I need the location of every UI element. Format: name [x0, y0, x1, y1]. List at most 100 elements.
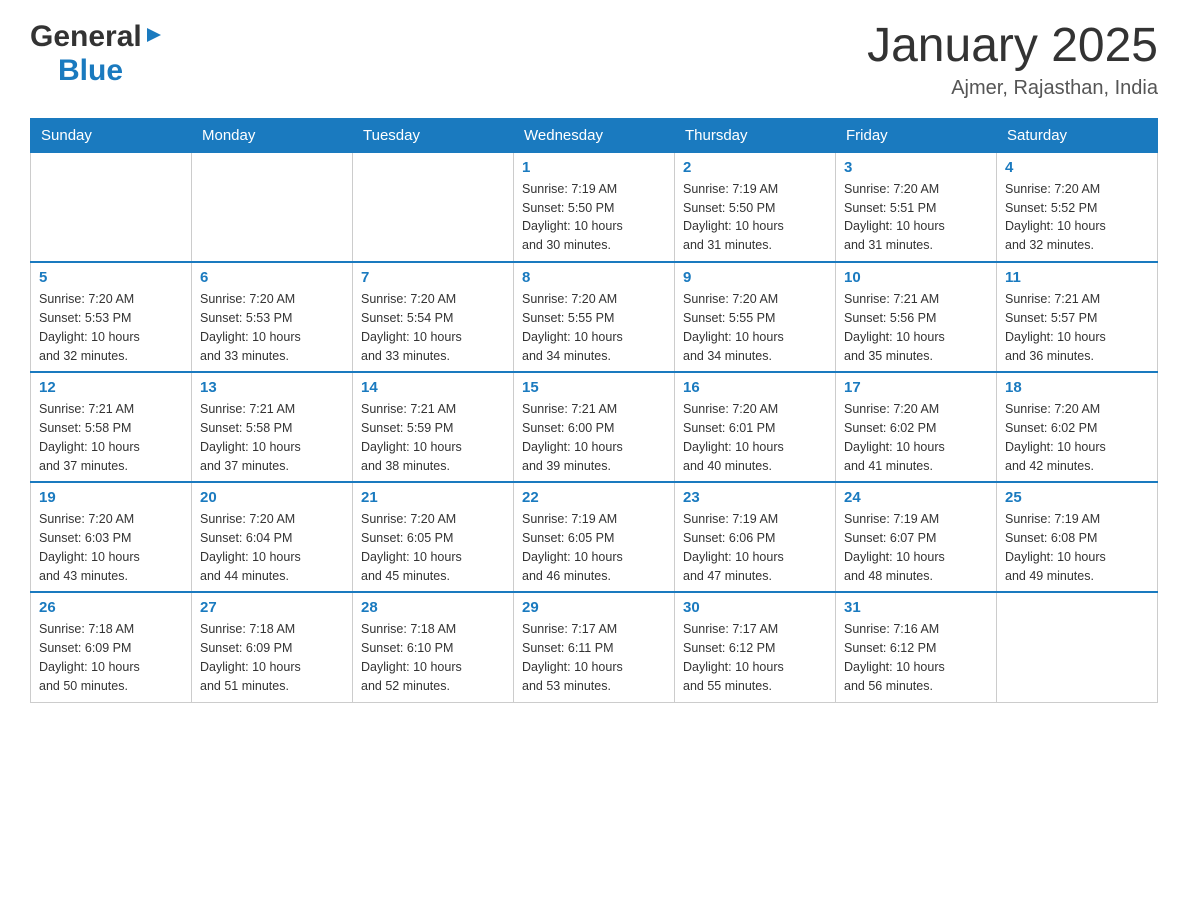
day-info: Sunrise: 7:20 AMSunset: 5:52 PMDaylight:… [1005, 180, 1149, 255]
day-info: Sunrise: 7:20 AMSunset: 5:53 PMDaylight:… [200, 290, 344, 365]
calendar-cell: 14 Sunrise: 7:21 AMSunset: 5:59 PMDayligh… [353, 372, 514, 482]
day-info: Sunrise: 7:21 AMSunset: 5:56 PMDaylight:… [844, 290, 988, 365]
calendar-cell: 20Sunrise: 7:20 AMSunset: 6:04 PMDayligh… [192, 482, 353, 592]
title-block: January 2025 Ajmer, Rajasthan, India [867, 20, 1158, 100]
calendar-cell: 16 Sunrise: 7:20 AMSunset: 6:01 PMDayligh… [675, 372, 836, 482]
day-number: 22 [522, 489, 666, 506]
day-number: 25 [1005, 489, 1149, 506]
day-number: 1 [522, 159, 666, 176]
day-info: Sunrise: 7:19 AMSunset: 6:06 PMDaylight:… [683, 510, 827, 585]
calendar-cell: 30 Sunrise: 7:17 AMSunset: 6:12 PMDayligh… [675, 592, 836, 702]
location-label: Ajmer, Rajasthan, India [867, 77, 1158, 100]
day-info: Sunrise: 7:20 AMSunset: 6:01 PMDaylight:… [683, 400, 827, 475]
calendar-cell [997, 592, 1158, 702]
calendar-cell: 21 Sunrise: 7:20 AMSunset: 6:05 PMDayligh… [353, 482, 514, 592]
calendar-cell: 5Sunrise: 7:20 AMSunset: 5:53 PMDaylight… [31, 262, 192, 372]
logo-blue-text: Blue [58, 54, 123, 88]
day-number: 21 [361, 489, 505, 506]
day-info: Sunrise: 7:20 AMSunset: 6:05 PMDaylight:… [361, 510, 505, 585]
day-of-week-header: Friday [836, 118, 997, 152]
day-info: Sunrise: 7:19 AMSunset: 5:50 PMDaylight:… [683, 180, 827, 255]
calendar-cell: 8Sunrise: 7:20 AMSunset: 5:55 PMDaylight… [514, 262, 675, 372]
day-info: Sunrise: 7:20 AMSunset: 6:04 PMDaylight:… [200, 510, 344, 585]
day-number: 31 [844, 599, 988, 616]
calendar-cell: 24Sunrise: 7:19 AMSunset: 6:07 PMDayligh… [836, 482, 997, 592]
calendar-table: SundayMondayTuesdayWednesdayThursdayFrid… [30, 118, 1158, 703]
day-info: Sunrise: 7:20 AMSunset: 6:02 PMDaylight:… [844, 400, 988, 475]
day-info: Sunrise: 7:21 AMSunset: 5:58 PMDaylight:… [39, 400, 183, 475]
day-info: Sunrise: 7:20 AMSunset: 5:54 PMDaylight:… [361, 290, 505, 365]
day-info: Sunrise: 7:21 AMSunset: 6:00 PMDaylight:… [522, 400, 666, 475]
day-info: Sunrise: 7:19 AMSunset: 6:08 PMDaylight:… [1005, 510, 1149, 585]
day-info: Sunrise: 7:17 AMSunset: 6:11 PMDaylight:… [522, 620, 666, 695]
day-number: 18 [1005, 379, 1149, 396]
calendar-cell [31, 152, 192, 262]
day-number: 14 [361, 379, 505, 396]
calendar-cell: 7 Sunrise: 7:20 AMSunset: 5:54 PMDaylight… [353, 262, 514, 372]
calendar-cell: 28 Sunrise: 7:18 AMSunset: 6:10 PMDayligh… [353, 592, 514, 702]
calendar-cell: 9 Sunrise: 7:20 AMSunset: 5:55 PMDaylight… [675, 262, 836, 372]
day-number: 7 [361, 269, 505, 286]
day-info: Sunrise: 7:20 AMSunset: 5:51 PMDaylight:… [844, 180, 988, 255]
day-info: Sunrise: 7:20 AMSunset: 5:55 PMDaylight:… [683, 290, 827, 365]
logo: General Blue [30, 20, 163, 88]
day-number: 6 [200, 269, 344, 286]
calendar-week-row: 1 Sunrise: 7:19 AMSunset: 5:50 PMDaylight… [31, 152, 1158, 262]
calendar-cell: 22Sunrise: 7:19 AMSunset: 6:05 PMDayligh… [514, 482, 675, 592]
day-number: 9 [683, 269, 827, 286]
day-info: Sunrise: 7:18 AMSunset: 6:10 PMDaylight:… [361, 620, 505, 695]
calendar-cell: 19Sunrise: 7:20 AMSunset: 6:03 PMDayligh… [31, 482, 192, 592]
calendar-week-row: 26 Sunrise: 7:18 AMSunset: 6:09 PMDayligh… [31, 592, 1158, 702]
day-of-week-header: Sunday [31, 118, 192, 152]
day-number: 23 [683, 489, 827, 506]
day-number: 17 [844, 379, 988, 396]
calendar-cell: 23 Sunrise: 7:19 AMSunset: 6:06 PMDayligh… [675, 482, 836, 592]
day-info: Sunrise: 7:19 AMSunset: 6:07 PMDaylight:… [844, 510, 988, 585]
calendar-cell: 3 Sunrise: 7:20 AMSunset: 5:51 PMDaylight… [836, 152, 997, 262]
day-info: Sunrise: 7:16 AMSunset: 6:12 PMDaylight:… [844, 620, 988, 695]
day-of-week-header: Thursday [675, 118, 836, 152]
calendar-cell: 11 Sunrise: 7:21 AMSunset: 5:57 PMDayligh… [997, 262, 1158, 372]
calendar-cell: 29 Sunrise: 7:17 AMSunset: 6:11 PMDayligh… [514, 592, 675, 702]
calendar-cell: 17 Sunrise: 7:20 AMSunset: 6:02 PMDayligh… [836, 372, 997, 482]
day-of-week-header: Saturday [997, 118, 1158, 152]
calendar-week-row: 12 Sunrise: 7:21 AMSunset: 5:58 PMDayligh… [31, 372, 1158, 482]
calendar-cell: 10 Sunrise: 7:21 AMSunset: 5:56 PMDayligh… [836, 262, 997, 372]
day-number: 11 [1005, 269, 1149, 286]
day-info: Sunrise: 7:18 AMSunset: 6:09 PMDaylight:… [39, 620, 183, 695]
month-title: January 2025 [867, 20, 1158, 73]
calendar-cell: 1Sunrise: 7:19 AMSunset: 5:50 PMDaylight… [514, 152, 675, 262]
day-number: 13 [200, 379, 344, 396]
day-number: 30 [683, 599, 827, 616]
calendar-header-row: SundayMondayTuesdayWednesdayThursdayFrid… [31, 118, 1158, 152]
day-of-week-header: Wednesday [514, 118, 675, 152]
day-number: 3 [844, 159, 988, 176]
calendar-cell [192, 152, 353, 262]
day-info: Sunrise: 7:21 AMSunset: 5:58 PMDaylight:… [200, 400, 344, 475]
day-of-week-header: Monday [192, 118, 353, 152]
page-header: General Blue January 2025 Ajmer, Rajasth… [30, 20, 1158, 100]
day-info: Sunrise: 7:17 AMSunset: 6:12 PMDaylight:… [683, 620, 827, 695]
day-info: Sunrise: 7:21 AMSunset: 5:59 PMDaylight:… [361, 400, 505, 475]
calendar-cell: 27Sunrise: 7:18 AMSunset: 6:09 PMDayligh… [192, 592, 353, 702]
day-number: 26 [39, 599, 183, 616]
day-number: 2 [683, 159, 827, 176]
day-of-week-header: Tuesday [353, 118, 514, 152]
day-info: Sunrise: 7:21 AMSunset: 5:57 PMDaylight:… [1005, 290, 1149, 365]
logo-arrow-icon [145, 26, 163, 49]
calendar-cell [353, 152, 514, 262]
day-number: 10 [844, 269, 988, 286]
calendar-cell: 26 Sunrise: 7:18 AMSunset: 6:09 PMDayligh… [31, 592, 192, 702]
day-number: 28 [361, 599, 505, 616]
day-number: 12 [39, 379, 183, 396]
day-number: 4 [1005, 159, 1149, 176]
day-number: 19 [39, 489, 183, 506]
calendar-cell: 25 Sunrise: 7:19 AMSunset: 6:08 PMDayligh… [997, 482, 1158, 592]
logo-general-text: General [30, 20, 142, 54]
day-number: 16 [683, 379, 827, 396]
day-number: 29 [522, 599, 666, 616]
day-number: 27 [200, 599, 344, 616]
calendar-week-row: 19Sunrise: 7:20 AMSunset: 6:03 PMDayligh… [31, 482, 1158, 592]
calendar-cell: 18Sunrise: 7:20 AMSunset: 6:02 PMDayligh… [997, 372, 1158, 482]
day-info: Sunrise: 7:20 AMSunset: 5:55 PMDaylight:… [522, 290, 666, 365]
